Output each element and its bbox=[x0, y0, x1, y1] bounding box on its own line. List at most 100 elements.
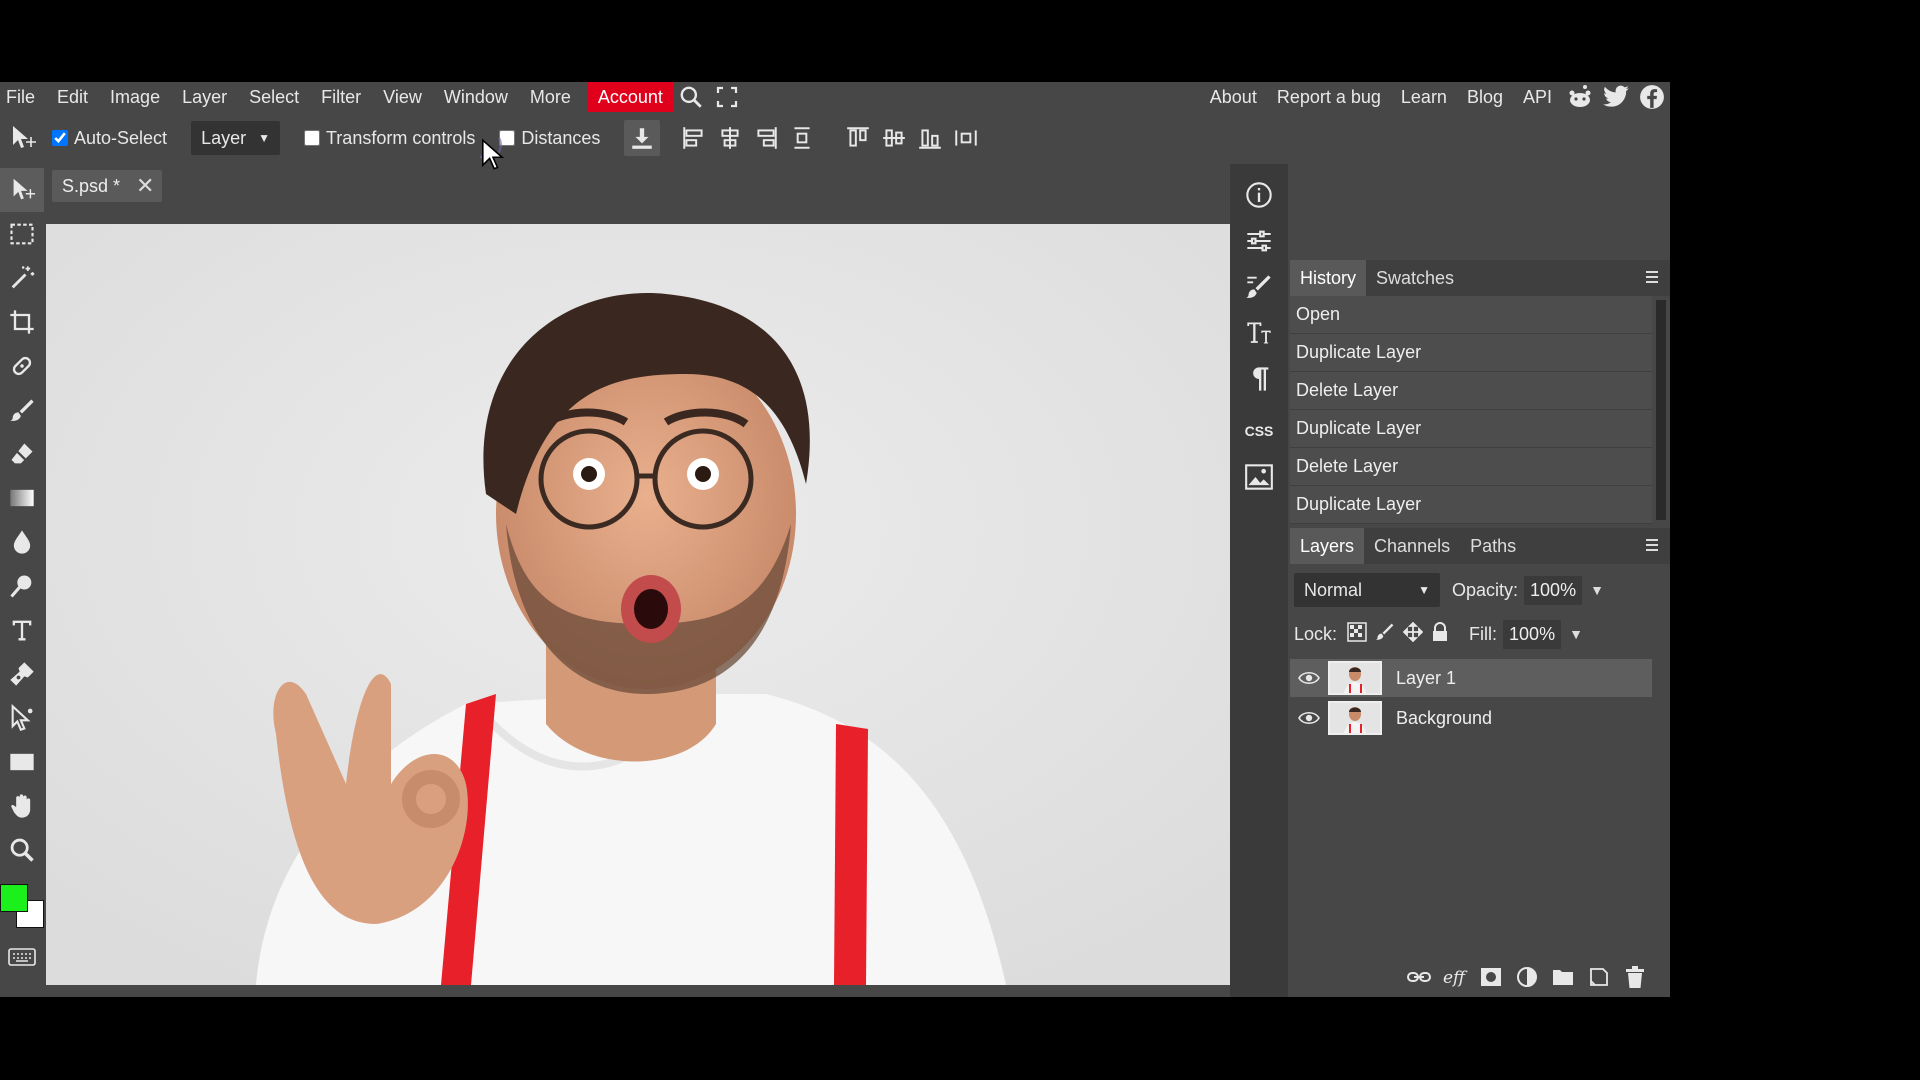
magic-wand-tool[interactable] bbox=[0, 256, 44, 300]
distribute-horizontal-icon[interactable] bbox=[948, 120, 984, 156]
layer-thumbnail bbox=[1328, 661, 1382, 695]
align-center-horizontal-icon[interactable] bbox=[712, 120, 748, 156]
character-icon[interactable] bbox=[1230, 310, 1288, 356]
tab-history[interactable]: History bbox=[1290, 260, 1367, 296]
gradient-tool[interactable] bbox=[0, 476, 44, 520]
history-item[interactable]: Duplicate Layer bbox=[1290, 486, 1652, 524]
menu-file[interactable]: File bbox=[0, 82, 46, 112]
trash-icon[interactable] bbox=[1620, 962, 1650, 992]
link-layers-icon[interactable] bbox=[1404, 962, 1434, 992]
twitter-icon[interactable] bbox=[1598, 82, 1634, 112]
menu-image[interactable]: Image bbox=[99, 82, 171, 112]
layer-row[interactable]: Background bbox=[1290, 699, 1652, 737]
link-about[interactable]: About bbox=[1200, 82, 1267, 112]
panel-menu-icon[interactable] bbox=[1644, 538, 1660, 557]
tab-layers[interactable]: Layers bbox=[1290, 528, 1365, 564]
align-top-icon[interactable] bbox=[840, 120, 876, 156]
facebook-icon[interactable] bbox=[1634, 82, 1670, 112]
adjustments-icon[interactable] bbox=[1230, 218, 1288, 264]
auto-select-checkbox[interactable]: Auto-Select bbox=[52, 128, 167, 149]
reddit-icon[interactable] bbox=[1562, 82, 1598, 112]
fill-dropdown-icon[interactable]: ▼ bbox=[1569, 626, 1583, 642]
type-tool[interactable] bbox=[0, 608, 44, 652]
menu-select[interactable]: Select bbox=[238, 82, 310, 112]
history-item[interactable]: Delete Layer bbox=[1290, 372, 1652, 410]
menu-layer[interactable]: Layer bbox=[171, 82, 238, 112]
distances-checkbox[interactable]: Distances bbox=[499, 128, 600, 149]
zoom-tool[interactable] bbox=[0, 828, 44, 872]
align-right-icon[interactable] bbox=[748, 120, 784, 156]
new-layer-icon[interactable] bbox=[1584, 962, 1614, 992]
new-group-folder-icon[interactable] bbox=[1548, 962, 1578, 992]
fullscreen-icon[interactable] bbox=[709, 82, 745, 112]
auto-select-input[interactable] bbox=[52, 130, 68, 146]
eye-icon[interactable] bbox=[1290, 711, 1328, 725]
blend-mode-select[interactable]: Normal ▼ bbox=[1294, 573, 1440, 607]
tab-channels[interactable]: Channels bbox=[1364, 528, 1460, 564]
align-left-icon[interactable] bbox=[676, 120, 712, 156]
lock-pixels-icon[interactable] bbox=[1375, 622, 1395, 647]
lock-all-icon[interactable] bbox=[1431, 621, 1449, 647]
menu-view[interactable]: View bbox=[372, 82, 433, 112]
lock-transparency-icon[interactable] bbox=[1347, 621, 1367, 647]
brush-settings-icon[interactable] bbox=[1230, 264, 1288, 310]
history-item[interactable]: Open bbox=[1290, 296, 1652, 334]
account-button[interactable]: Account bbox=[587, 82, 673, 112]
distribute-vertical-icon[interactable] bbox=[784, 120, 820, 156]
history-item[interactable]: Duplicate Layer bbox=[1290, 334, 1652, 372]
healing-tool[interactable] bbox=[0, 344, 44, 388]
menu-filter[interactable]: Filter bbox=[310, 82, 372, 112]
options-bar: Auto-Select Layer ▼ Transform controls D… bbox=[0, 112, 1670, 164]
layer-row[interactable]: Layer 1 bbox=[1290, 659, 1652, 697]
lock-position-icon[interactable] bbox=[1402, 621, 1424, 647]
align-bottom-icon[interactable] bbox=[912, 120, 948, 156]
css-icon[interactable]: CSS bbox=[1230, 408, 1288, 454]
adjustment-layer-icon[interactable] bbox=[1512, 962, 1542, 992]
link-api[interactable]: API bbox=[1513, 82, 1562, 112]
link-report-bug[interactable]: Report a bug bbox=[1267, 82, 1391, 112]
tab-swatches[interactable]: Swatches bbox=[1366, 260, 1464, 296]
paragraph-icon[interactable] bbox=[1230, 356, 1288, 402]
move-tool[interactable] bbox=[0, 168, 44, 212]
opacity-label: Opacity: bbox=[1452, 579, 1519, 600]
marquee-tool[interactable] bbox=[0, 212, 44, 256]
align-middle-icon[interactable] bbox=[876, 120, 912, 156]
shape-tool[interactable] bbox=[0, 740, 44, 784]
image-icon[interactable] bbox=[1230, 454, 1288, 500]
menu-edit[interactable]: Edit bbox=[46, 82, 99, 112]
dodge-tool[interactable] bbox=[0, 564, 44, 608]
canvas[interactable] bbox=[46, 224, 1230, 985]
fill-input[interactable]: 100% bbox=[1503, 619, 1562, 649]
opacity-dropdown-icon[interactable]: ▼ bbox=[1590, 582, 1604, 598]
document-tab[interactable]: S.psd * ✕ bbox=[52, 170, 163, 202]
info-icon[interactable] bbox=[1230, 172, 1288, 218]
transform-controls-input[interactable] bbox=[303, 130, 320, 146]
panel-menu-icon[interactable] bbox=[1644, 270, 1660, 289]
link-blog[interactable]: Blog bbox=[1457, 82, 1513, 112]
eye-icon[interactable] bbox=[1290, 671, 1328, 685]
tab-paths[interactable]: Paths bbox=[1460, 528, 1526, 564]
search-icon[interactable] bbox=[673, 82, 709, 112]
link-learn[interactable]: Learn bbox=[1391, 82, 1457, 112]
history-item[interactable]: Delete Layer bbox=[1290, 448, 1652, 486]
brush-tool[interactable] bbox=[0, 388, 44, 432]
keyboard-icon[interactable] bbox=[4, 944, 40, 970]
eraser-tool[interactable] bbox=[0, 432, 44, 476]
blur-tool[interactable] bbox=[0, 520, 44, 564]
pen-tool[interactable] bbox=[0, 652, 44, 696]
transform-controls-checkbox[interactable]: Transform controls bbox=[303, 128, 475, 149]
crop-tool[interactable] bbox=[0, 300, 44, 344]
layer-effects-icon[interactable]: eff bbox=[1440, 962, 1470, 992]
download-icon[interactable] bbox=[624, 120, 661, 156]
menu-window[interactable]: Window bbox=[433, 82, 519, 112]
foreground-color-swatch[interactable] bbox=[0, 884, 28, 912]
opacity-input[interactable]: 100% bbox=[1524, 575, 1583, 605]
hand-tool[interactable] bbox=[0, 784, 44, 828]
history-item[interactable]: Duplicate Layer bbox=[1290, 410, 1652, 448]
auto-select-target-select[interactable]: Layer ▼ bbox=[191, 121, 280, 155]
menu-more[interactable]: More bbox=[519, 82, 582, 112]
path-select-tool[interactable] bbox=[0, 696, 44, 740]
layer-mask-icon[interactable] bbox=[1476, 962, 1506, 992]
close-icon[interactable]: ✕ bbox=[136, 170, 154, 202]
history-scrollbar[interactable] bbox=[1656, 300, 1666, 520]
